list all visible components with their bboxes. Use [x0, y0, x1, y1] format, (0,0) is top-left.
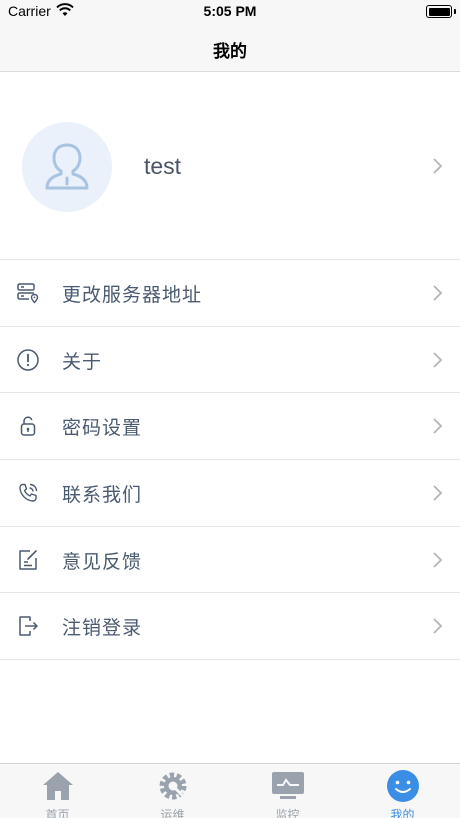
tab-bar: 首页 运维 监控 我的 [0, 763, 460, 818]
page-title: 我的 [213, 42, 247, 62]
gear-wrench-icon [159, 772, 187, 800]
logout-icon [19, 616, 38, 637]
monitor-icon [272, 772, 304, 799]
menu-item-contact-us[interactable]: 联系我们 [0, 460, 460, 527]
smiley-icon [387, 770, 419, 802]
avatar [22, 122, 112, 212]
status-time: 5:05 PM [203, 3, 257, 19]
battery-cap [454, 9, 456, 14]
tab-label: 监控 [275, 808, 300, 818]
tab-monitor[interactable]: 监控 [230, 764, 345, 818]
info-icon [17, 348, 39, 371]
menu-item-label: 联系我们 [62, 484, 143, 507]
profile-row[interactable]: test [0, 73, 460, 260]
chevron-right-icon [433, 418, 443, 435]
menu-item-label: 意见反馈 [62, 550, 143, 573]
chevron-right-icon [433, 285, 443, 301]
feedback-edit-icon [19, 549, 37, 570]
battery-icon [426, 5, 452, 18]
menu-item-about[interactable]: 关于 [0, 326, 460, 394]
tab-mine[interactable]: 我的 [345, 764, 460, 818]
tab-label: 我的 [390, 808, 415, 818]
settings-menu: 更改服务器地址 关于 密码设置 联系我们 意见反馈 注销登录 [0, 260, 460, 661]
server-location-icon [17, 283, 39, 304]
menu-item-label: 关于 [62, 350, 103, 373]
tab-label: 首页 [45, 808, 70, 818]
tab-home[interactable]: 首页 [0, 764, 115, 818]
menu-item-label: 更改服务器地址 [62, 284, 203, 306]
user-icon [45, 143, 89, 190]
chevron-right-icon [433, 352, 443, 368]
navigation-bar: 我的 [0, 24, 460, 72]
menu-item-label: 注销登录 [62, 617, 143, 640]
menu-item-password-settings[interactable]: 密码设置 [0, 393, 460, 461]
menu-item-label: 密码设置 [62, 417, 143, 440]
chevron-right-icon [433, 618, 443, 635]
tab-label: 运维 [160, 808, 185, 818]
chevron-right-icon [433, 552, 443, 568]
status-bar: Carrier 5:05 PM [0, 0, 460, 24]
lock-icon [20, 416, 36, 437]
menu-item-change-server[interactable]: 更改服务器地址 [0, 260, 460, 327]
username: test [144, 153, 182, 179]
menu-item-feedback[interactable]: 意见反馈 [0, 526, 460, 594]
home-icon [43, 772, 73, 800]
menu-item-logout[interactable]: 注销登录 [0, 593, 460, 661]
chevron-right-icon [433, 485, 443, 501]
tab-operations[interactable]: 运维 [115, 764, 230, 818]
chevron-right-icon [433, 158, 443, 174]
phone-icon [19, 483, 38, 502]
